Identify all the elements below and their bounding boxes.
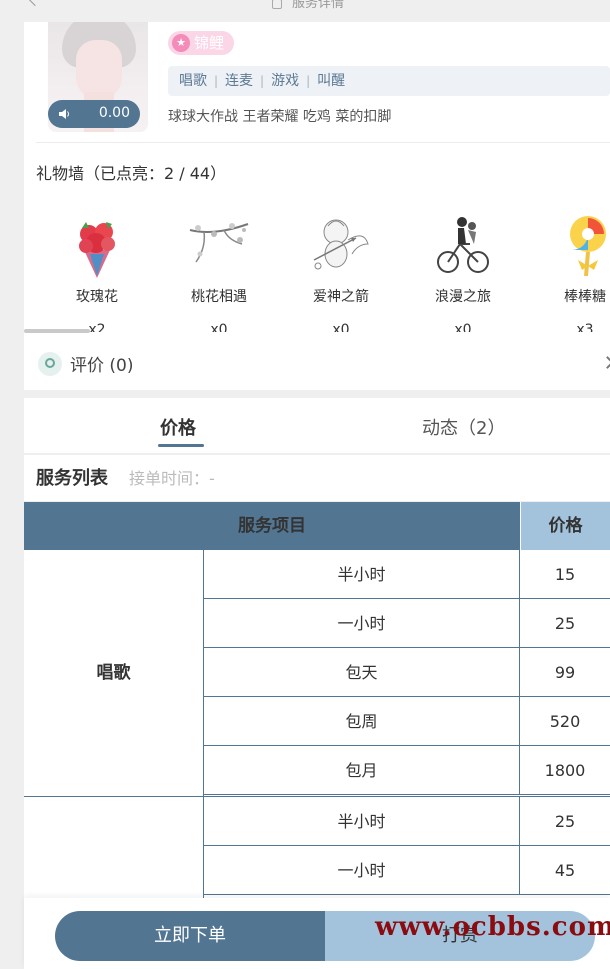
- table-row[interactable]: 一小时 25: [204, 599, 610, 648]
- service-list-title: 服务列表: [36, 468, 108, 489]
- service-group: 唱歌 半小时 15 一小时 25 包天 99 包周 520 包月 1800: [24, 550, 610, 796]
- gift-item[interactable]: 浪漫之旅 x0: [402, 202, 524, 332]
- column-header-price: 价格: [521, 502, 610, 550]
- service-price: 99: [554, 663, 576, 682]
- site-watermark: www.ocbbs.com: [375, 912, 610, 942]
- gift-name: 棒棒糖: [564, 289, 606, 305]
- service-price-table: 服务项目 价格 唱歌 半小时 15 一小时 25 包天 99 包周 520 包月…: [24, 502, 610, 902]
- gift-wall-title: 礼物墙（已点亮：2 / 44）: [36, 164, 227, 183]
- service-duration: 半小时: [204, 797, 520, 846]
- gift-name: 爱神之箭: [313, 289, 369, 305]
- service-price: 25: [554, 812, 576, 831]
- table-row[interactable]: 包月 1800: [204, 746, 610, 795]
- skill-tag: 叫醒: [317, 73, 346, 89]
- table-header: 服务项目 价格: [24, 502, 610, 550]
- more-menu-button[interactable]: ···: [526, 0, 541, 7]
- divider: [36, 142, 610, 143]
- service-group: 半小时 25 一小时 45: [24, 797, 610, 902]
- star-icon: ★: [172, 34, 190, 52]
- table-row[interactable]: 包周 520: [204, 697, 610, 746]
- service-price: 520: [549, 712, 581, 731]
- review-row[interactable]: 评价 (0): [36, 348, 610, 380]
- gift-name: 桃花相遇: [191, 289, 247, 305]
- gift-item[interactable]: 棒棒糖 x3: [524, 202, 610, 332]
- gift-wall-list[interactable]: 玫瑰花 x2 桃花相遇 x0 爱神之箭 x0 浪漫之旅 x0 棒棒糖 x3: [36, 202, 610, 332]
- skill-tag: 连麦: [225, 73, 254, 89]
- service-duration: 包月: [204, 746, 520, 795]
- chevron-right-icon: [601, 356, 610, 369]
- tab-price[interactable]: 价格: [158, 414, 204, 447]
- order-now-button[interactable]: 立即下单: [55, 911, 325, 961]
- accept-time: 接单时间：-: [129, 469, 215, 488]
- service-duration: 一小时: [204, 599, 520, 648]
- table-row[interactable]: 一小时 45: [204, 846, 610, 895]
- bicycle-couple-icon: [437, 217, 489, 273]
- review-icon: [38, 352, 62, 376]
- lollipop-icon: [570, 216, 606, 277]
- service-duration: 一小时: [204, 846, 520, 895]
- service-duration: 包天: [204, 648, 520, 697]
- service-duration: 半小时: [204, 550, 520, 599]
- rose-bouquet-icon: [79, 222, 115, 278]
- voice-duration: 0.00: [98, 105, 130, 121]
- service-price: 15: [554, 565, 576, 584]
- gift-item[interactable]: 玫瑰花 x2: [36, 202, 158, 332]
- service-list-header: 服务列表 接单时间：-: [24, 455, 610, 501]
- active-tab-indicator: [158, 444, 204, 447]
- gift-item[interactable]: 爱神之箭 x0: [280, 202, 402, 332]
- skill-tag: 游戏: [271, 73, 300, 89]
- service-group-name: 唱歌: [24, 550, 204, 796]
- games-description: 球球大作战 王者荣耀 吃鸡 菜的扣脚: [168, 109, 392, 125]
- skill-tag: 唱歌: [179, 73, 207, 89]
- voice-intro-button[interactable]: 0.00: [48, 100, 140, 128]
- gift-scrollbar-thumb[interactable]: [24, 329, 90, 333]
- link-icon: [272, 0, 282, 9]
- gift-name: 玫瑰花: [76, 289, 118, 305]
- service-duration: 包周: [204, 697, 520, 746]
- table-row[interactable]: 半小时 15: [204, 550, 610, 599]
- tab-moments[interactable]: 动态（2）: [422, 414, 505, 440]
- service-group-name: [24, 797, 204, 902]
- column-header-item: 服务项目: [24, 502, 520, 550]
- gift-scrollbar[interactable]: [24, 329, 610, 333]
- top-nav-bar: 服务详情 ···: [0, 0, 610, 22]
- gift-name: 浪漫之旅: [435, 289, 491, 305]
- review-label: 评价 (0): [70, 356, 134, 376]
- content-tabs: 价格 动态（2）: [24, 398, 610, 454]
- skill-tags: 唱歌 | 连麦 | 游戏 | 叫醒: [168, 66, 610, 96]
- page-title: 服务详情: [272, 0, 344, 11]
- table-row[interactable]: 包天 99: [204, 648, 610, 697]
- profile-card: 0.00 ★ 锦鲤 唱歌 | 连麦 | 游戏 | 叫醒 球球大作战 王者荣耀 吃鸡 菜的扣脚…: [24, 22, 610, 390]
- cupid-icon: [313, 219, 369, 270]
- service-price: 25: [554, 614, 576, 633]
- peach-blossom-icon: [189, 223, 249, 263]
- gift-item[interactable]: 桃花相遇 x0: [158, 202, 280, 332]
- level-badge: ★ 锦鲤: [168, 31, 235, 55]
- service-price: 1800: [544, 761, 586, 780]
- table-row[interactable]: 半小时 25: [204, 797, 610, 846]
- speaker-icon: [59, 109, 69, 119]
- back-arrow-icon[interactable]: [27, 0, 43, 7]
- service-price: 45: [554, 861, 576, 880]
